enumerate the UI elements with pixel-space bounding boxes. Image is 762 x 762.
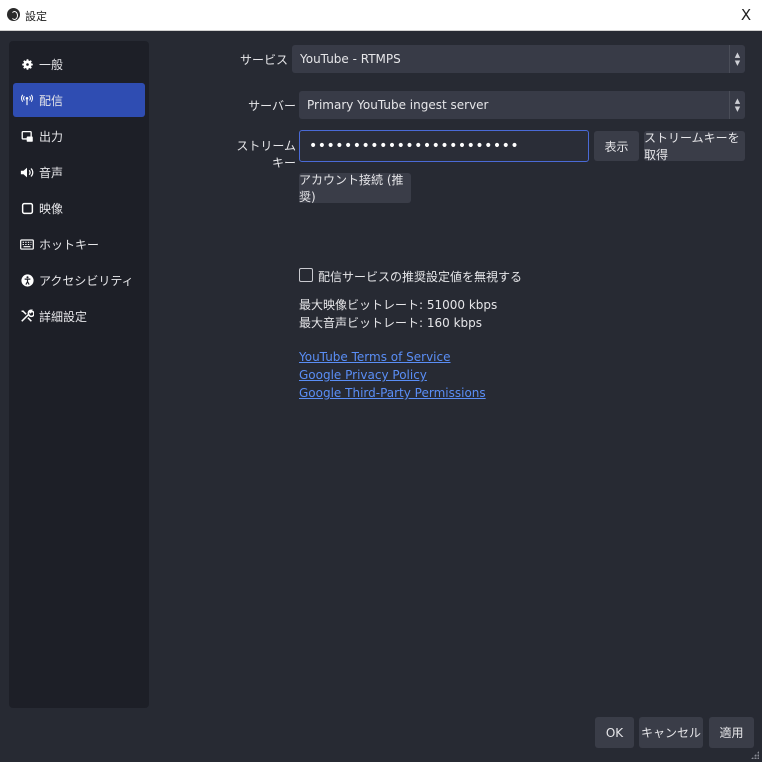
show-key-button[interactable]: 表示 — [594, 131, 639, 161]
sidebar-item-video[interactable]: 映像 — [13, 191, 145, 225]
cancel-button[interactable]: キャンセル — [639, 717, 703, 748]
stream-key-input[interactable]: •••••••••••••••••••••••• — [299, 130, 589, 162]
server-select[interactable]: Primary YouTube ingest server ▲ ▼ — [299, 91, 745, 119]
sidebar-item-label: 映像 — [39, 201, 64, 216]
sidebar-item-advanced[interactable]: 詳細設定 — [13, 299, 145, 333]
service-label: サービス — [240, 53, 289, 67]
monitor-icon — [20, 201, 34, 215]
apply-button[interactable]: 適用 — [709, 717, 754, 748]
window-title: 設定 — [25, 10, 47, 23]
sidebar-item-output[interactable]: 出力 — [13, 119, 145, 153]
sidebar-item-stream[interactable]: 配信 — [13, 83, 145, 117]
connect-account-button[interactable]: アカウント接続 (推奨) — [299, 173, 411, 204]
sidebar-item-label: 詳細設定 — [39, 309, 88, 324]
broadcast-icon — [20, 93, 34, 107]
ignore-recommended-checkbox[interactable] — [299, 268, 313, 282]
service-value: YouTube - RTMPS — [300, 52, 401, 66]
google-privacy-link[interactable]: Google Privacy Policy — [299, 368, 427, 382]
output-icon — [20, 129, 34, 143]
obs-logo-icon — [7, 8, 20, 21]
sidebar-item-general[interactable]: 一般 — [13, 47, 145, 81]
sidebar-item-label: 一般 — [39, 57, 64, 72]
youtube-terms-link[interactable]: YouTube Terms of Service — [299, 350, 451, 364]
gear-icon — [20, 57, 34, 71]
chevron-updown-icon: ▲ ▼ — [729, 91, 745, 119]
sidebar-item-label: 音声 — [39, 165, 64, 180]
ok-button[interactable]: OK — [595, 717, 634, 748]
keyboard-icon — [20, 237, 34, 251]
server-label: サーバー — [248, 99, 296, 113]
google-permissions-link[interactable]: Google Third-Party Permissions — [299, 386, 486, 400]
tools-icon — [20, 309, 34, 323]
title-bar: 設定 X — [0, 0, 762, 31]
sidebar-item-label: ホットキー — [39, 237, 100, 252]
settings-sidebar: 一般 配信 出力 音声 映像 ホットキー アクセシビリティ 詳細設定 — [9, 41, 149, 708]
chevron-updown-icon: ▲ ▼ — [729, 45, 745, 73]
sidebar-item-label: 出力 — [39, 129, 64, 144]
stream-key-label: ストリームキー — [236, 139, 296, 170]
max-audio-bitrate: 最大音声ビットレート: 160 kbps — [299, 316, 483, 330]
sidebar-item-label: 配信 — [39, 93, 64, 108]
sidebar-item-hotkeys[interactable]: ホットキー — [13, 227, 145, 261]
close-button[interactable]: X — [734, 3, 758, 27]
sidebar-item-audio[interactable]: 音声 — [13, 155, 145, 189]
server-value: Primary YouTube ingest server — [307, 98, 489, 112]
get-stream-key-button[interactable]: ストリームキーを取得 — [644, 131, 745, 162]
max-video-bitrate: 最大映像ビットレート: 51000 kbps — [299, 298, 498, 312]
resize-grip-icon[interactable] — [751, 751, 759, 759]
sidebar-item-label: アクセシビリティ — [39, 273, 134, 288]
sidebar-item-accessibility[interactable]: アクセシビリティ — [13, 263, 145, 297]
ignore-recommended-label[interactable]: 配信サービスの推奨設定値を無視する — [318, 268, 522, 285]
service-select[interactable]: YouTube - RTMPS ▲ ▼ — [292, 45, 745, 73]
accessibility-icon — [20, 273, 34, 287]
speaker-icon — [20, 165, 34, 179]
